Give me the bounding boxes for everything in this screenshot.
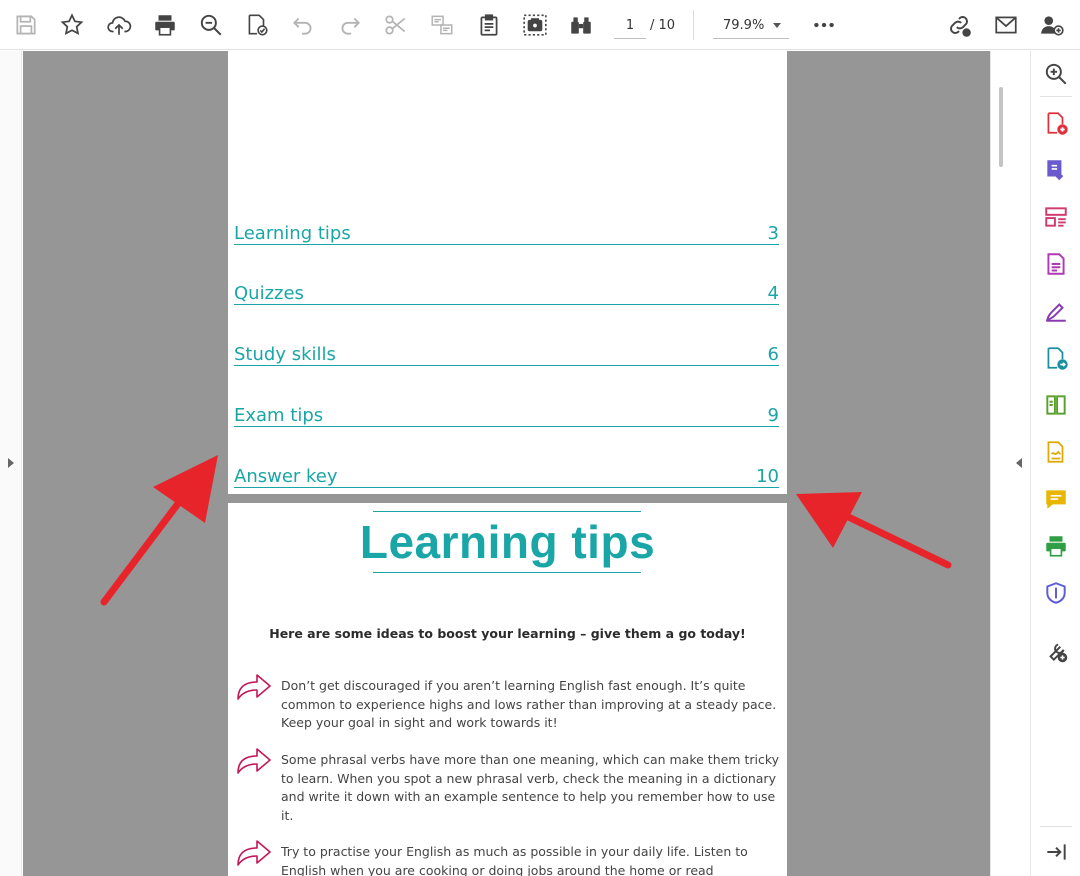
document-check-icon[interactable] (241, 9, 273, 41)
zoom-search-icon[interactable] (195, 9, 227, 41)
chevron-down-icon (773, 23, 781, 28)
edit-pdf-icon[interactable] (1040, 248, 1072, 280)
redo-icon[interactable] (334, 9, 366, 41)
binoculars-find-icon[interactable] (565, 9, 597, 41)
pdf-page-2: Learning tips Here are some ideas to boo… (228, 503, 787, 876)
replace-text-icon[interactable] (426, 9, 458, 41)
email-icon[interactable] (990, 9, 1022, 41)
tools-divider (1040, 826, 1072, 827)
scissors-icon[interactable] (380, 9, 412, 41)
compare-files-icon[interactable] (1040, 389, 1072, 421)
save-icon[interactable] (10, 9, 42, 41)
toc-entry-page: 4 (767, 283, 779, 304)
fill-sign-icon[interactable] (1040, 295, 1072, 327)
tip-text: Some phrasal verbs have more than one me… (281, 752, 780, 823)
toc-entry-exam-tips[interactable]: Exam tips 9 (234, 397, 779, 427)
bookmark-star-icon[interactable] (56, 9, 88, 41)
zoom-level-value: 79.9% (723, 18, 765, 33)
page-number-input[interactable]: 1 (614, 13, 646, 39)
print-production-icon[interactable] (1040, 530, 1072, 562)
toc-entry-quizzes[interactable]: Quizzes 4 (234, 275, 779, 305)
toc-entry-title: Study skills (234, 344, 336, 365)
send-for-review-icon[interactable] (1040, 342, 1072, 374)
toc-entry-learning-tips[interactable]: Learning tips 3 (234, 215, 779, 245)
title-rule-bottom (373, 572, 641, 573)
curved-arrow-icon (237, 840, 271, 866)
search-tools-icon[interactable] (1040, 58, 1072, 90)
toc-entry-page: 10 (756, 466, 779, 487)
vertical-scrollbar[interactable] (990, 51, 1031, 876)
tip-text: Try to practise your English as much as … (281, 844, 748, 876)
toc-entry-title: Exam tips (234, 405, 324, 426)
page-total-label: / 10 (650, 18, 676, 33)
tip-text: Don’t get discouraged if you aren’t lear… (281, 678, 777, 730)
toc-entry-title: Quizzes (234, 283, 304, 304)
toc-entry-page: 6 (767, 344, 779, 365)
more-tools-wrench-icon[interactable] (1040, 635, 1072, 667)
protect-shield-icon[interactable] (1040, 577, 1072, 609)
left-panel-toggle[interactable] (0, 51, 22, 876)
snapshot-camera-icon[interactable] (519, 9, 551, 41)
toc-entry-title: Answer key (234, 466, 338, 487)
expand-left-icon (8, 458, 14, 468)
request-signature-icon[interactable] (1040, 436, 1072, 468)
toc-entry-page: 9 (767, 405, 779, 426)
toc-entry-page: 3 (767, 223, 779, 244)
collapse-panel-icon[interactable] (1040, 836, 1072, 868)
scrollbar-thumb[interactable] (999, 87, 1003, 167)
document-viewer[interactable]: Learning tips 3 Quizzes 4 Study skills 6… (23, 51, 990, 876)
zoom-level-dropdown[interactable]: 79.9% (713, 13, 789, 39)
create-pdf-icon[interactable] (1040, 107, 1072, 139)
collapse-right-panel-icon[interactable] (1016, 458, 1022, 468)
tools-divider (1040, 96, 1072, 97)
more-options-icon[interactable] (808, 9, 840, 41)
right-tools-panel (1032, 51, 1080, 876)
pdf-page-1: Learning tips 3 Quizzes 4 Study skills 6… (228, 51, 787, 494)
toc-entry-study-skills[interactable]: Study skills 6 (234, 336, 779, 366)
add-user-icon[interactable] (1036, 9, 1068, 41)
toc-entry-title: Learning tips (234, 223, 351, 244)
curved-arrow-icon (237, 674, 271, 700)
intro-text: Here are some ideas to boost your learni… (269, 626, 746, 641)
undo-icon[interactable] (287, 9, 319, 41)
page-title: Learning tips (359, 516, 656, 568)
title-rule-top (373, 511, 641, 512)
top-toolbar: 1 / 10 79.9% (0, 0, 1080, 50)
upload-cloud-icon[interactable] (103, 9, 135, 41)
clipboard-icon[interactable] (473, 9, 505, 41)
print-icon[interactable] (149, 9, 181, 41)
comment-icon[interactable] (1040, 483, 1072, 515)
export-pdf-icon[interactable] (1040, 154, 1072, 186)
organize-pages-icon[interactable] (1040, 201, 1072, 233)
toc-entry-answer-key[interactable]: Answer key 10 (234, 458, 779, 488)
curved-arrow-icon (237, 748, 271, 774)
toolbar-divider (693, 10, 694, 40)
share-link-icon[interactable] (943, 9, 975, 41)
